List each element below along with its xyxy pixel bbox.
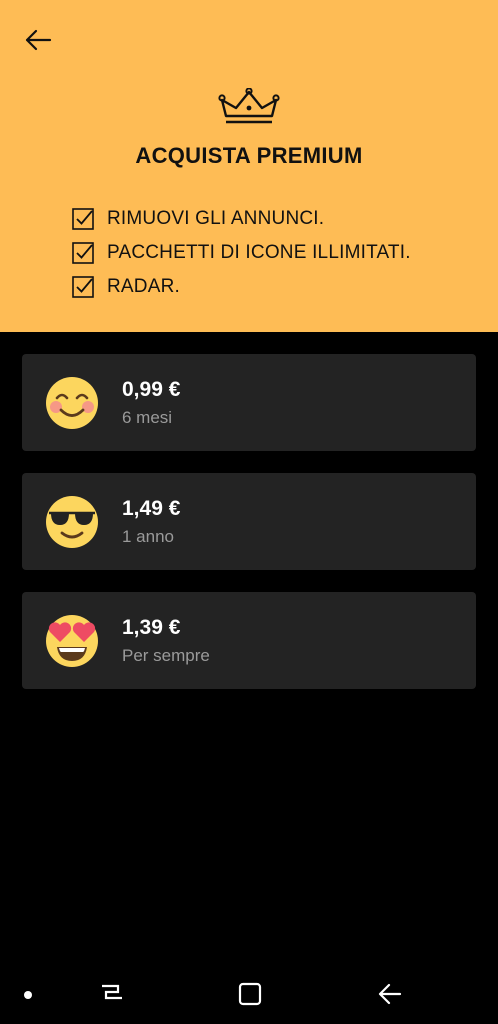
page-title: ACQUISTA PREMIUM	[135, 143, 363, 168]
plan-duration: Per sempre	[122, 646, 210, 665]
plan-card-forever[interactable]: 1,39 € Per sempre	[22, 592, 476, 689]
feature-label: RIMUOVI GLI ANNUNCI.	[107, 208, 325, 229]
feature-list: RIMUOVI GLI ANNUNCI. PACCHETTI DI ICONE …	[72, 202, 411, 304]
crown-icon	[218, 88, 280, 124]
feature-item: RIMUOVI GLI ANNUNCI.	[72, 202, 411, 236]
plan-list: 0,99 € 6 mesi 1,49 € 1 anno 1,39 € Per s…	[22, 354, 476, 711]
feature-label: PACCHETTI DI ICONE ILLIMITATI.	[107, 242, 411, 263]
back-button[interactable]	[20, 24, 56, 56]
system-navigation-bar	[0, 964, 498, 1024]
plan-card-1-year[interactable]: 1,49 € 1 anno	[22, 473, 476, 570]
checkbox-checked-icon	[72, 208, 94, 230]
plan-price: 0,99 €	[122, 378, 181, 401]
smiling-blush-emoji-icon	[46, 377, 98, 429]
plan-card-6-months[interactable]: 0,99 € 6 mesi	[22, 354, 476, 451]
premium-header: ACQUISTA PREMIUM RIMUOVI GLI ANNUNCI. PA…	[0, 0, 498, 332]
checkbox-checked-icon	[72, 276, 94, 298]
plan-price: 1,39 €	[122, 616, 181, 639]
plan-duration: 6 mesi	[122, 408, 173, 427]
arrow-left-icon	[25, 29, 52, 51]
feature-item: RADAR.	[72, 270, 411, 304]
plan-price: 1,49 €	[122, 497, 181, 520]
feature-label: RADAR.	[107, 276, 180, 297]
plan-duration: 1 anno	[122, 527, 174, 546]
nav-indicator-dot	[24, 991, 32, 999]
checkbox-checked-icon	[72, 242, 94, 264]
home-icon[interactable]	[236, 980, 264, 1008]
back-arrow-icon[interactable]	[376, 980, 404, 1008]
sunglasses-emoji-icon	[46, 496, 98, 548]
recents-icon[interactable]	[98, 980, 126, 1008]
feature-item: PACCHETTI DI ICONE ILLIMITATI.	[72, 236, 411, 270]
heart-eyes-emoji-icon	[46, 615, 98, 667]
